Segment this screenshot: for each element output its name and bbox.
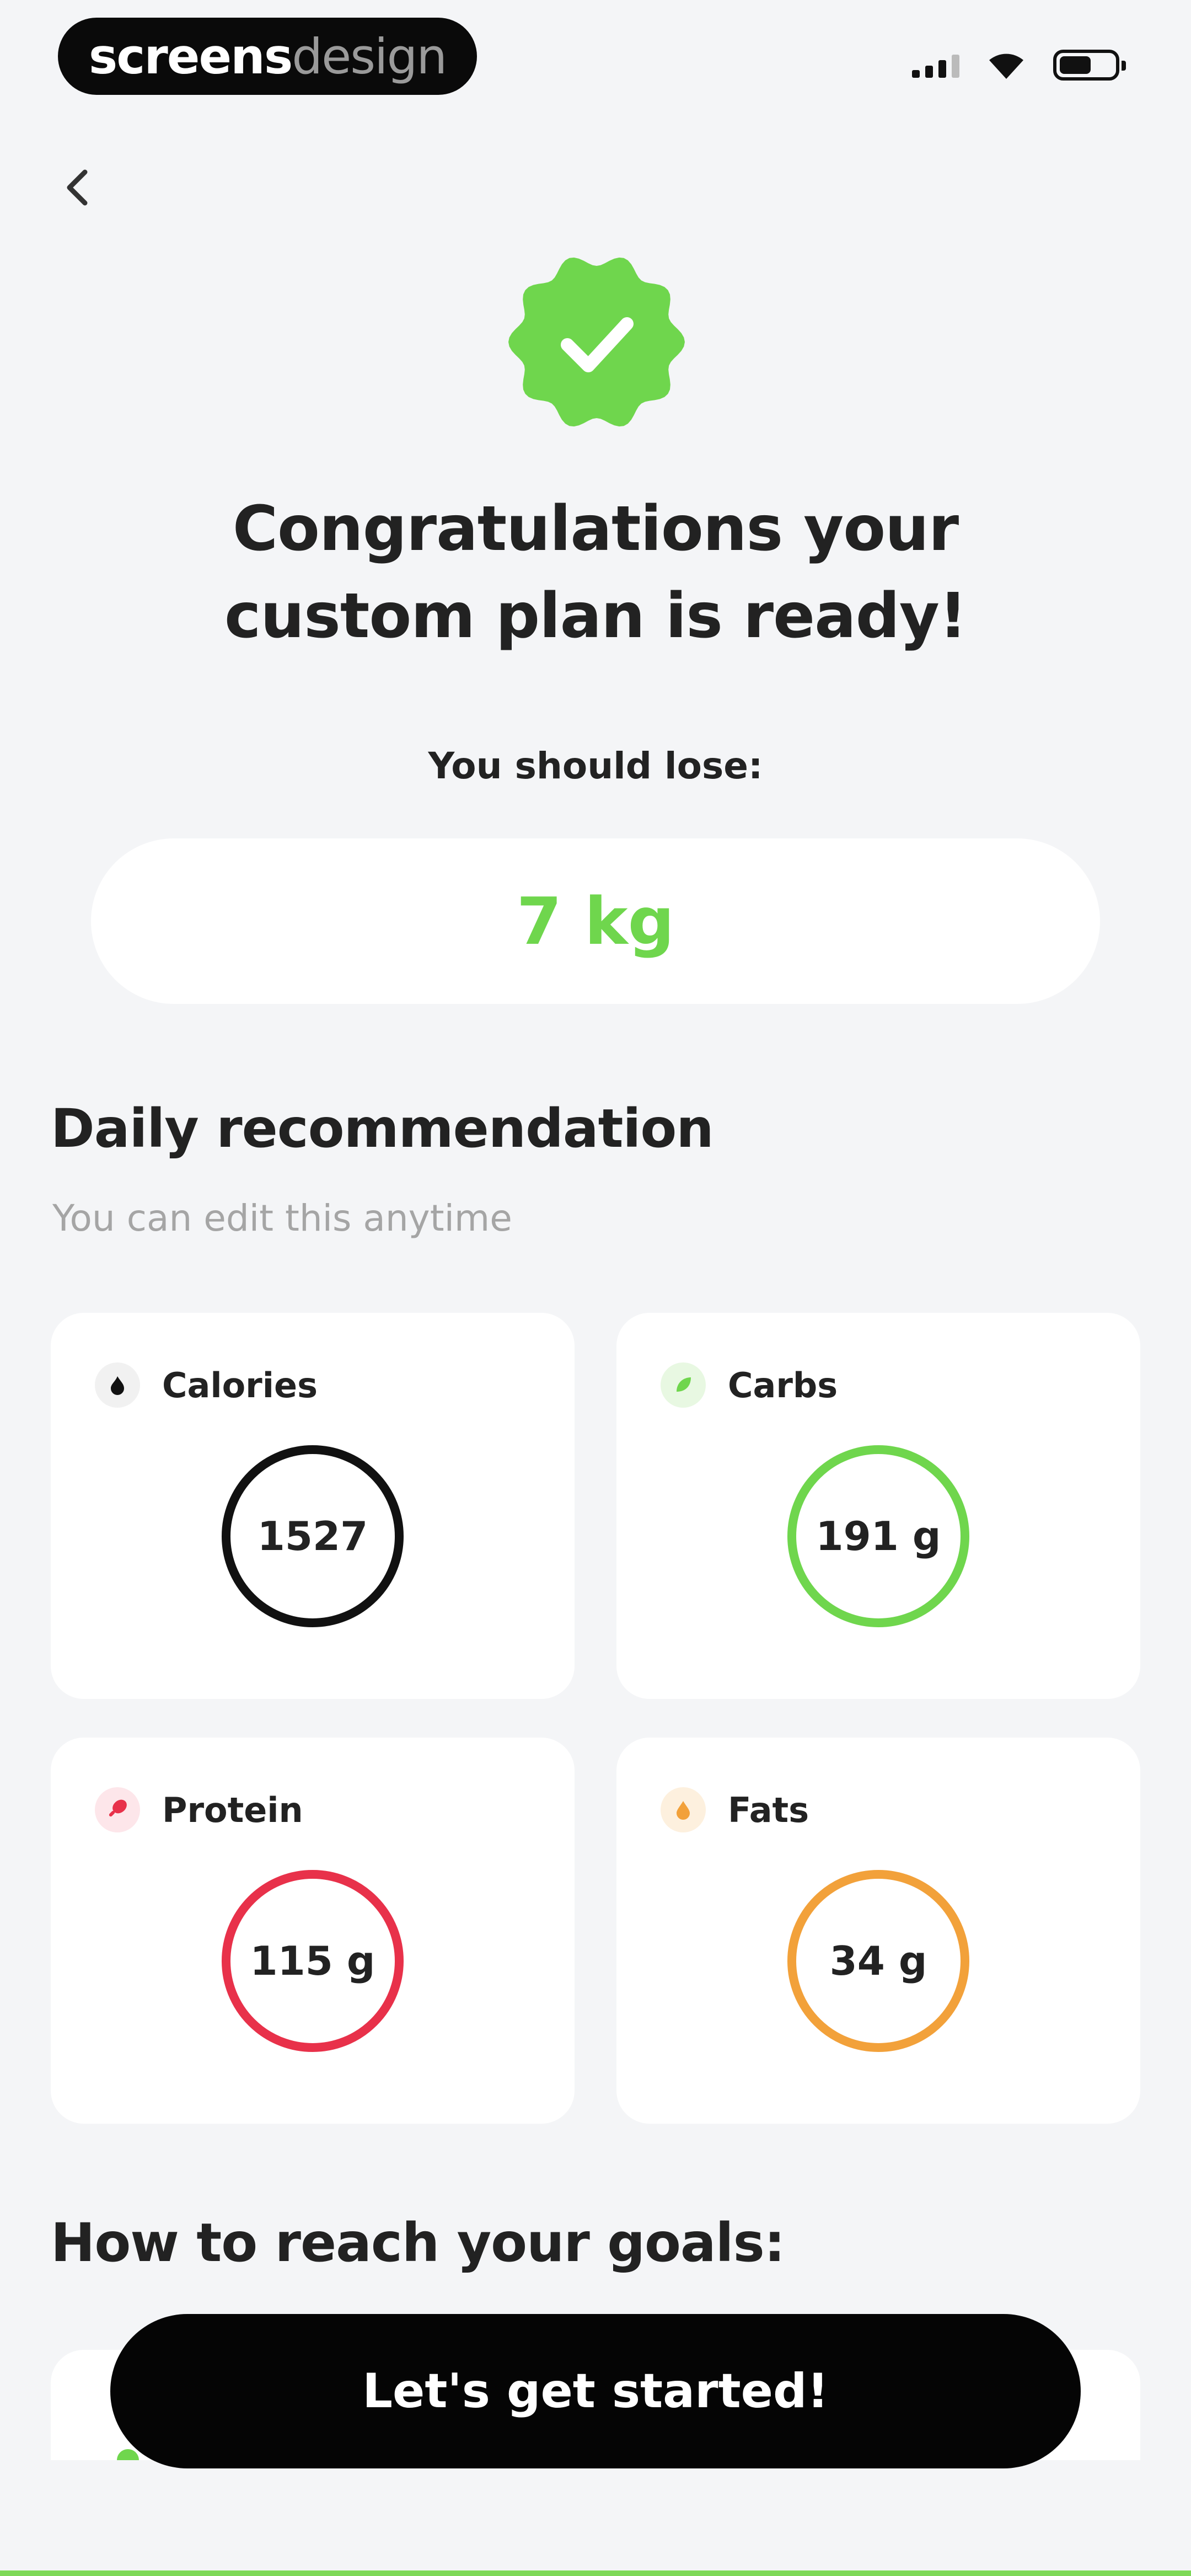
signal-icon	[912, 52, 959, 78]
daily-title: Daily recommendation	[51, 1098, 714, 1159]
check-badge-icon	[508, 257, 685, 427]
battery-icon	[1053, 50, 1126, 81]
brand-logo-bold: screens	[88, 28, 293, 85]
drumstick-icon	[95, 1787, 140, 1832]
get-started-button[interactable]: Let's get started!	[110, 2314, 1081, 2468]
bottom-fade	[0, 2460, 1191, 2576]
card-value-calories: 1527	[257, 1513, 368, 1559]
back-button[interactable]	[55, 165, 99, 210]
calories-card[interactable]: Calories 1527	[51, 1313, 575, 1699]
protein-ring: 115 g	[222, 1870, 404, 2052]
goal-label: You should lose:	[428, 745, 763, 787]
card-label-protein: Protein	[162, 1789, 303, 1830]
card-label-fats: Fats	[728, 1789, 809, 1830]
bottom-edge	[0, 2570, 1191, 2576]
calories-ring: 1527	[222, 1445, 404, 1627]
card-value-protein: 115 g	[250, 1938, 375, 1984]
drop-icon	[661, 1787, 706, 1832]
wifi-icon	[989, 54, 1023, 79]
carbs-card[interactable]: Carbs 191 g	[616, 1313, 1140, 1699]
fats-ring: 34 g	[787, 1870, 969, 2052]
card-label-calories: Calories	[162, 1365, 318, 1405]
app-screen: screens design Congratulations your custo…	[0, 0, 1191, 2576]
flame-icon	[95, 1362, 140, 1408]
goals-title: How to reach your goals:	[51, 2212, 785, 2274]
leaf-icon	[661, 1362, 706, 1408]
status-bar-icons	[912, 50, 1126, 81]
carbs-ring: 191 g	[787, 1445, 969, 1627]
fats-card[interactable]: Fats 34 g	[616, 1738, 1140, 2124]
card-value-fats: 34 g	[829, 1938, 927, 1984]
goal-value-pill: 7 kg	[91, 838, 1100, 1004]
protein-card[interactable]: Protein 115 g	[51, 1738, 575, 2124]
brand-logo: screens design	[58, 18, 477, 95]
daily-subtitle: You can edit this anytime	[52, 1197, 512, 1239]
brand-logo-light: design	[292, 28, 447, 85]
card-value-carbs: 191 g	[816, 1513, 941, 1559]
page-title: Congratulations your custom plan is read…	[224, 493, 967, 652]
card-label-carbs: Carbs	[728, 1365, 838, 1405]
goal-value: 7 kg	[516, 883, 675, 959]
chevron-left-icon	[67, 169, 88, 206]
